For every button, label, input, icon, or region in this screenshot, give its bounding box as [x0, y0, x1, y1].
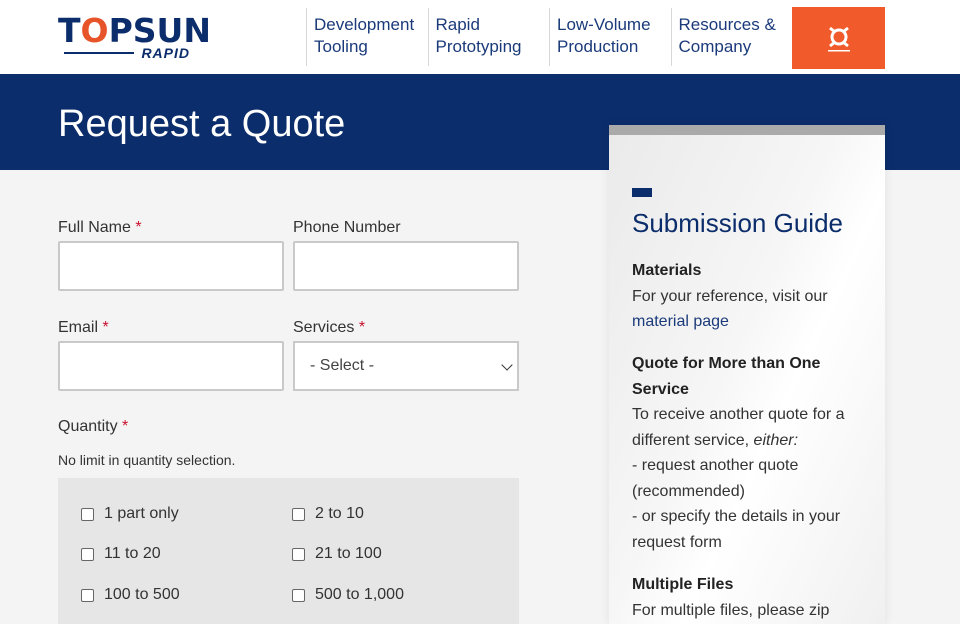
nav-resources-company[interactable]: Resources & Company: [670, 8, 793, 66]
email-label: Email *: [58, 319, 109, 336]
checkbox[interactable]: [292, 588, 305, 602]
guide-accent: [632, 188, 652, 197]
checkbox[interactable]: [292, 507, 305, 521]
services-select[interactable]: - Select -: [293, 341, 519, 391]
quantity-options: 1 part only 2 to 10 11 to 20 21 to 100 1…: [58, 478, 519, 624]
guide-top-bar: [609, 125, 885, 135]
page-title: Request a Quote: [58, 103, 346, 145]
checkbox[interactable]: [81, 588, 94, 602]
logo-underline: [64, 52, 134, 54]
quantity-label: Quantity *: [58, 418, 129, 435]
nav-rapid-prototyping[interactable]: Rapid Prototyping: [427, 8, 550, 66]
material-page-link[interactable]: material page: [632, 313, 729, 330]
quantity-option[interactable]: 2 to 10: [292, 505, 364, 523]
services-label: Services *: [293, 319, 366, 336]
quantity-option[interactable]: 500 to 1,000: [292, 586, 404, 604]
full-name-input[interactable]: [58, 241, 284, 291]
checkbox[interactable]: [81, 547, 94, 561]
quantity-hint: No limit in quantity selection.: [58, 452, 236, 468]
quote-icon: [827, 26, 850, 52]
quantity-option[interactable]: 1 part only: [81, 505, 179, 523]
main-nav: Development Tooling Rapid Prototyping Low-…: [306, 8, 792, 66]
logo-wordmark: TOPSUN: [58, 11, 211, 50]
nav-development-tooling[interactable]: Development Tooling: [306, 8, 428, 66]
topsun-logo[interactable]: TOPSUN RAPID: [58, 11, 211, 62]
submission-guide: Submission Guide Materials For your refe…: [609, 125, 885, 624]
phone-input[interactable]: [293, 241, 519, 291]
full-name-label: Full Name *: [58, 219, 142, 236]
nav-low-volume-production[interactable]: Low-Volume Production: [549, 8, 671, 66]
materials-section: Materials For your reference, visit our …: [632, 262, 828, 330]
email-input[interactable]: [58, 341, 284, 391]
guide-title: Submission Guide: [632, 208, 843, 238]
quantity-option[interactable]: 11 to 20: [81, 545, 161, 563]
phone-label: Phone Number: [293, 219, 401, 236]
quote-button[interactable]: [792, 7, 885, 69]
chevron-down-icon: [501, 359, 513, 371]
multi-service-section: Quote for More than One Service To recei…: [632, 355, 845, 551]
checkbox[interactable]: [81, 507, 94, 521]
logo-subtitle: RAPID: [141, 45, 190, 61]
quantity-option[interactable]: 21 to 100: [292, 545, 382, 563]
quantity-option[interactable]: 100 to 500: [81, 586, 180, 604]
multiple-files-section: Multiple Files For multiple files, pleas…: [632, 576, 830, 619]
site-header: TOPSUN RAPID Development Tooling Rapid Pro…: [0, 0, 960, 74]
checkbox[interactable]: [292, 547, 305, 561]
